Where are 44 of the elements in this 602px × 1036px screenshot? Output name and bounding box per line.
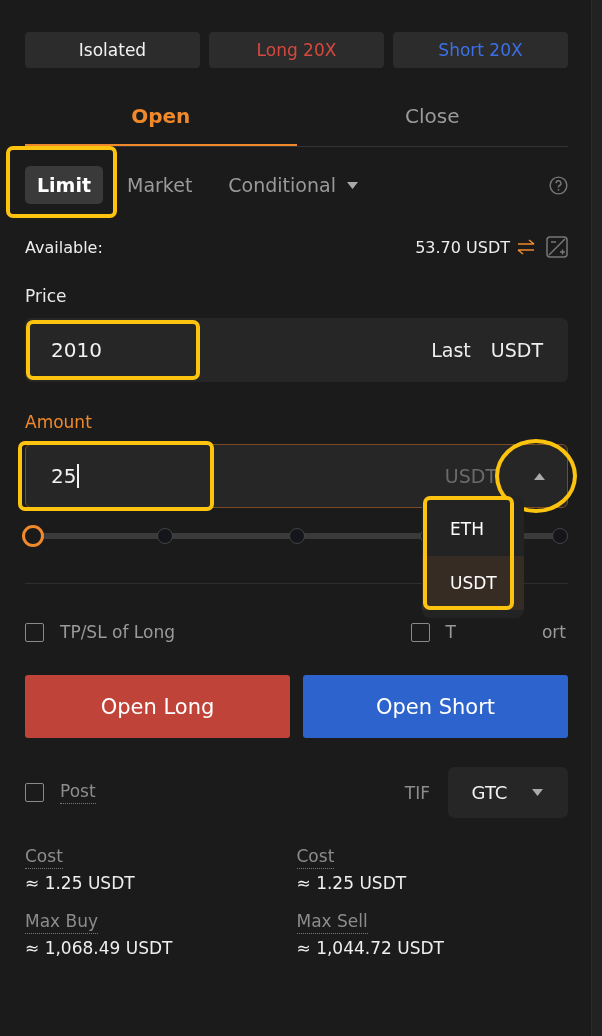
available-label: Available: [25,237,103,257]
checkbox-label: ort [541,622,566,642]
tif-label: TIF [404,782,430,803]
price-label: Price [25,286,68,306]
side-tab[interactable]: Close [296,88,568,146]
help-icon[interactable] [549,175,568,195]
calculator-icon[interactable] [546,236,568,258]
summary-value: ≈ 1,068.49 USDT [25,938,173,958]
dropdown-caret-icon [531,788,545,797]
order-type-tab[interactable]: Market [115,166,205,204]
checkbox-label: TP/SL of Long [60,622,175,642]
slider-stop[interactable] [156,528,173,544]
checkbox[interactable] [410,622,430,642]
slider-thumb[interactable] [22,525,44,547]
tif-select[interactable]: GTC [448,767,568,818]
price-unit: USDT [490,339,543,361]
summary-label: Max Sell [296,911,368,934]
price-mode[interactable]: Last [431,339,471,361]
summary-value: ≈ 1.25 USDT [25,873,135,893]
checkbox-label: T [445,622,456,642]
summary-value: ≈ 1.25 USDT [296,873,407,893]
amount-value: 25 [26,448,200,504]
price-input[interactable]: 2010 Last USDT [25,318,568,382]
summary-label: Cost [25,846,63,869]
transfer-icon[interactable] [516,239,536,255]
summary-label: Max Buy [25,911,99,934]
summary-value: ≈ 1,044.72 USDT [296,938,444,958]
margin-mode-button[interactable]: Isolated [25,32,200,68]
checkbox[interactable] [25,622,44,642]
dropdown-caret-icon [345,180,359,190]
amount-label: Amount [25,412,93,432]
open-position-button[interactable]: Open Long [25,675,290,738]
post-only-label: Post [60,781,96,804]
summary-label: Cost [296,846,335,869]
open-position-button[interactable]: Open Short [303,675,568,738]
order-type-tab[interactable]: Conditional [216,166,371,204]
order-type-tab[interactable]: Limit [25,166,103,204]
side-tab[interactable]: Open [25,88,297,146]
checkbox[interactable] [25,783,44,802]
slider-stop[interactable] [552,528,568,544]
slider-stop[interactable] [288,528,305,544]
price-value: 2010 [26,322,200,378]
available-balance: 53.70 USDT [415,237,510,257]
caret-icon [532,471,546,481]
